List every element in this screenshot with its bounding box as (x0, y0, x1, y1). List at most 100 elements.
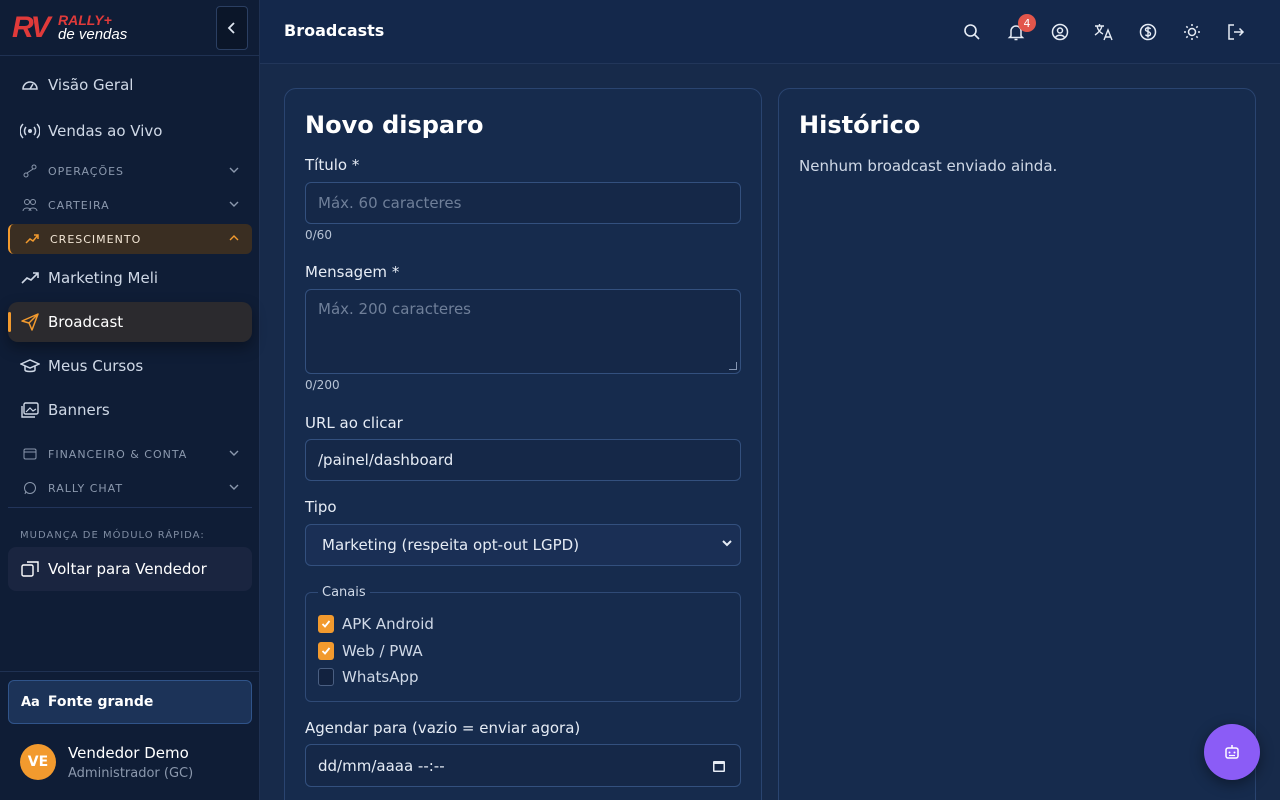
check-icon (321, 647, 331, 655)
switch-module-button[interactable]: Voltar para Vendedor (8, 547, 252, 591)
calendar-icon[interactable] (712, 759, 726, 773)
chevron-down-icon (229, 167, 239, 173)
mensagem-label: Mensagem * (305, 263, 400, 281)
mensagem-textarea[interactable]: Máx. 200 caracteres (305, 289, 741, 374)
avatar: VE (20, 744, 56, 780)
gauge-icon (20, 75, 40, 95)
agendar-datetime-input[interactable]: dd/mm/aaaa --:-- (305, 744, 741, 787)
mensagem-placeholder: Máx. 200 caracteres (318, 300, 471, 318)
agendar-placeholder: dd/mm/aaaa --:-- (318, 756, 445, 775)
trending-up-icon (20, 268, 40, 288)
large-font-button[interactable]: Aa Fonte grande (8, 680, 252, 724)
tipo-select[interactable]: Marketing (respeita opt-out LGPD) (305, 524, 741, 566)
search-icon (964, 24, 980, 40)
channel-apk-android[interactable]: APK Android (318, 615, 434, 633)
switch-icon (20, 559, 40, 579)
channel-label: APK Android (342, 615, 434, 633)
card-title: Novo disparo (305, 111, 484, 139)
dollar-icon (1139, 23, 1157, 41)
sidebar-item-meus-cursos[interactable]: Meus Cursos (8, 346, 252, 386)
sidebar-item-label: Banners (48, 401, 110, 419)
url-label: URL ao clicar (305, 414, 403, 432)
titulo-label: Título * (305, 156, 360, 174)
logout-icon (1228, 24, 1245, 40)
user-role: Administrador (GC) (68, 766, 194, 781)
sidebar-section-rally-chat[interactable]: RALLY CHAT (8, 473, 252, 503)
currency-button[interactable] (1136, 20, 1160, 44)
collapse-sidebar-button[interactable] (216, 6, 248, 50)
whatsapp-icon (22, 480, 38, 496)
sidebar-item-label: Broadcast (48, 313, 124, 331)
sidebar-item-label: Meus Cursos (48, 357, 144, 375)
user-name: Vendedor Demo (68, 744, 189, 762)
wallet-icon (22, 446, 38, 462)
tipo-selected-value: Marketing (respeita opt-out LGPD) (322, 536, 580, 554)
sun-icon (1184, 24, 1200, 40)
brand-area: RV RALLY+ de vendas (0, 0, 259, 56)
section-label: CRESCIMENTO (50, 232, 142, 246)
canais-legend: Canais (318, 585, 370, 600)
logout-button[interactable] (1224, 20, 1248, 44)
translate-icon (1094, 24, 1113, 41)
section-label: OPERAÇÕES (48, 164, 125, 178)
switch-module-label: Voltar para Vendedor (48, 560, 207, 578)
sidebar-section-carteira[interactable]: CARTEIRA (8, 190, 252, 220)
sidebar-divider (8, 507, 252, 508)
chevron-down-icon (722, 540, 732, 547)
section-label: CARTEIRA (48, 198, 110, 212)
profile-button[interactable] (1048, 20, 1072, 44)
sidebar-section-operacoes[interactable]: OPERAÇÕES (8, 156, 252, 186)
channel-web-pwa[interactable]: Web / PWA (318, 642, 423, 660)
card-title: Histórico (799, 111, 921, 139)
channel-label: WhatsApp (342, 668, 419, 686)
users-icon (22, 197, 38, 213)
checkbox-checked[interactable] (318, 615, 334, 633)
checkbox-unchecked[interactable] (318, 668, 334, 686)
chevron-down-icon (229, 201, 239, 207)
chevron-left-icon (227, 22, 235, 34)
font-size-icon: Aa (21, 694, 40, 710)
sidebar-section-financeiro[interactable]: FINANCEIRO & CONTA (8, 439, 252, 469)
logo-sub: de vendas (58, 26, 128, 43)
sidebar-item-visao-geral[interactable]: Visão Geral (8, 65, 252, 105)
rally-logo[interactable]: RV RALLY+ de vendas (12, 12, 132, 46)
tipo-label: Tipo (305, 498, 337, 516)
graduation-cap-icon (20, 356, 40, 376)
url-input[interactable]: /painel/dashboard (305, 439, 741, 481)
check-icon (321, 620, 331, 628)
resize-handle[interactable] (729, 362, 737, 370)
new-broadcast-card: Novo disparo Título * Máx. 60 caracteres… (284, 88, 762, 800)
large-font-label: Fonte grande (47, 694, 154, 710)
checkbox-checked[interactable] (318, 642, 334, 660)
trending-up-icon (24, 231, 40, 247)
titulo-counter: 0/60 (305, 228, 332, 242)
sidebar-item-label: Vendas ao Vivo (48, 122, 163, 140)
chevron-down-icon (229, 484, 239, 490)
sidebar-item-marketing-meli[interactable]: Marketing Meli (8, 258, 252, 298)
sidebar-item-label: Marketing Meli (48, 269, 159, 287)
sidebar-section-crescimento[interactable]: CRESCIMENTO (8, 224, 252, 254)
channel-whatsapp[interactable]: WhatsApp (318, 668, 419, 686)
titulo-input[interactable]: Máx. 60 caracteres (305, 182, 741, 224)
sidebar-item-broadcast[interactable]: Broadcast (8, 302, 252, 342)
mensagem-counter: 0/200 (305, 378, 340, 392)
section-label: RALLY CHAT (48, 481, 124, 495)
notifications-button[interactable]: 4 (1004, 14, 1036, 44)
search-button[interactable] (960, 20, 984, 44)
send-icon (20, 312, 40, 332)
assistant-fab-button[interactable] (1204, 724, 1260, 780)
chevron-up-icon (229, 235, 239, 241)
sidebar-bottom-divider (0, 671, 260, 672)
images-icon (20, 400, 40, 420)
language-button[interactable] (1092, 20, 1116, 44)
sidebar-item-banners[interactable]: Banners (8, 390, 252, 430)
sidebar-item-vendas-ao-vivo[interactable]: Vendas ao Vivo (8, 111, 252, 151)
user-circle-icon (1051, 23, 1069, 41)
page-title: Broadcasts (284, 21, 385, 40)
theme-toggle-button[interactable] (1180, 20, 1204, 44)
agendar-label: Agendar para (vazio = enviar agora) (305, 719, 581, 737)
route-icon (22, 163, 38, 179)
user-profile[interactable]: VE Vendedor Demo Administrador (GC) (20, 744, 252, 784)
section-label: FINANCEIRO & CONTA (48, 447, 188, 461)
canais-fieldset: Canais APK Android Web / PWA WhatsApp (305, 585, 741, 702)
